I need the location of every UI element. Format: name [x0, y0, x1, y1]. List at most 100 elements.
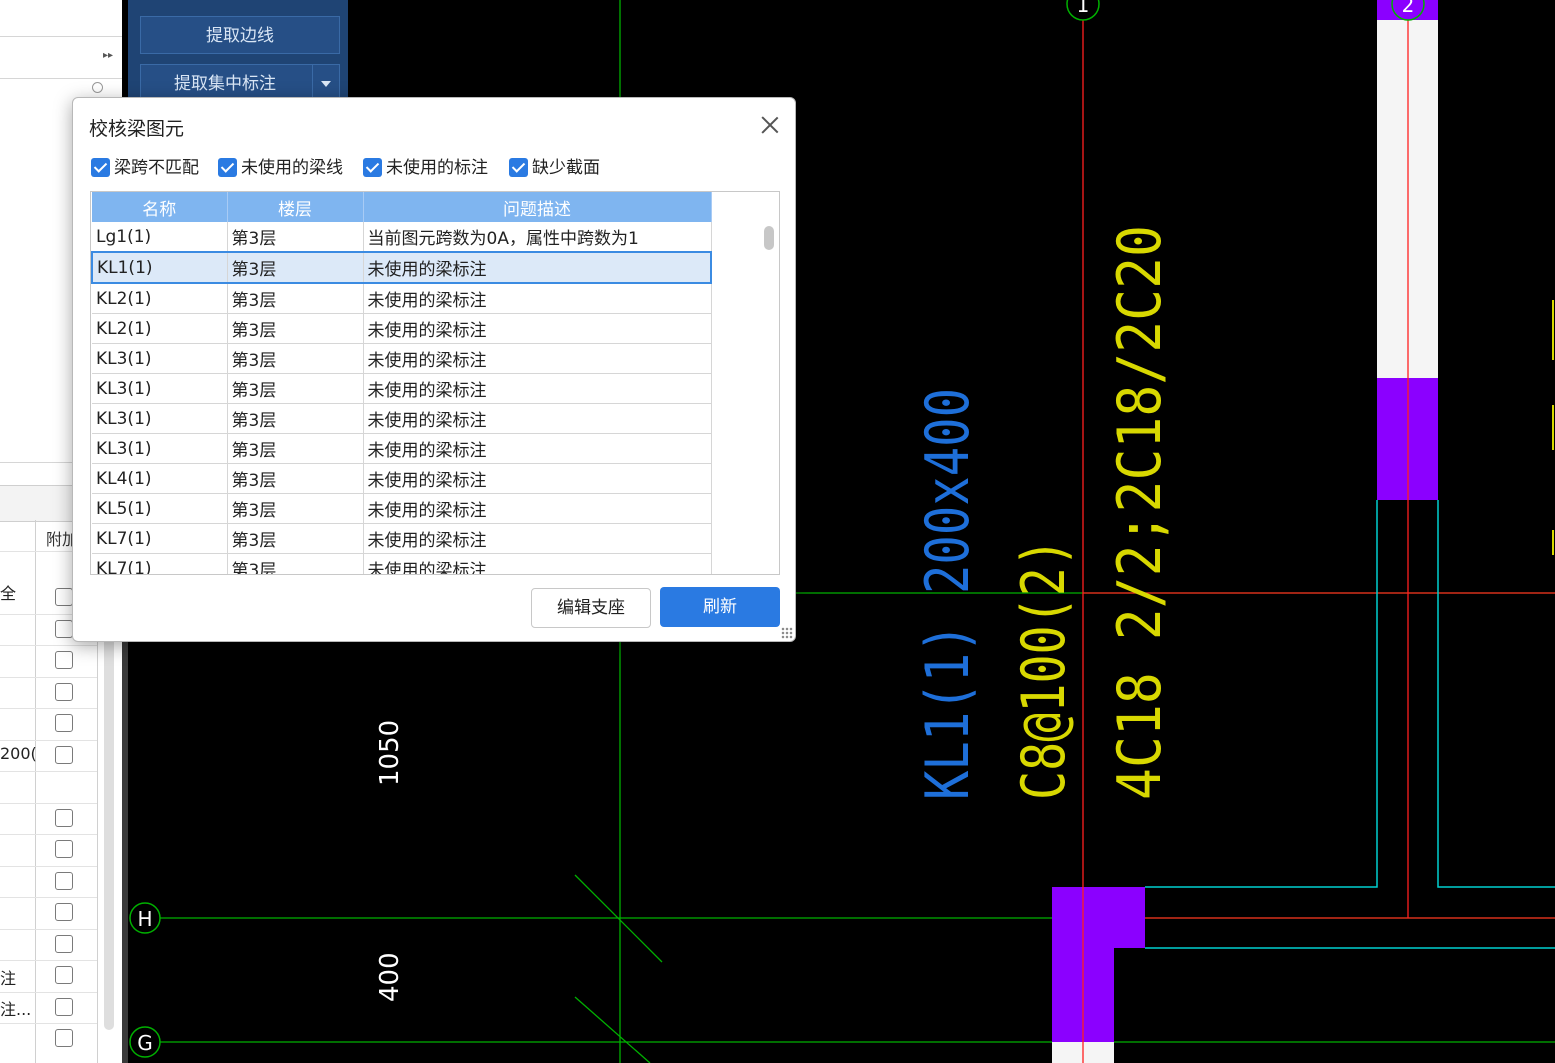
attach-checkbox[interactable] [55, 746, 73, 764]
checkbox-checked-icon[interactable] [509, 158, 528, 177]
table-cell-desc: 未使用的梁标注 [363, 553, 712, 574]
table-cell-name: KL1(1) [91, 251, 228, 284]
table-row[interactable]: KL5(1) 第3层 未使用的梁标注 [92, 493, 712, 524]
cell-text: 注... [0, 1000, 32, 1019]
refresh-button[interactable]: 刷新 [660, 587, 780, 627]
table-cell-name: KL3(1) [92, 373, 228, 404]
table-cell-floor: 第3层 [227, 283, 364, 314]
attach-checkbox[interactable] [55, 903, 73, 921]
column-header-floor[interactable]: 楼层 [227, 192, 364, 222]
axis-label-g: G [137, 1031, 153, 1055]
table-cell-floor: 第3层 [227, 493, 364, 524]
close-icon[interactable] [759, 114, 781, 136]
extract-edge-button[interactable]: 提取边线 [140, 16, 340, 54]
dialog-title: 校核梁图元 [89, 118, 185, 140]
table-row[interactable]: KL1(1) 第3层 未使用的梁标注 [91, 251, 712, 284]
checkbox-checked-icon[interactable] [218, 158, 237, 177]
axis-bubble-h: H [129, 902, 161, 934]
red-axis-lines [1082, 16, 1555, 1063]
table-row[interactable]: KL3(1) 第3层 未使用的梁标注 [92, 403, 712, 434]
table-cell-floor: 第3层 [227, 553, 364, 574]
attach-checkbox[interactable] [55, 714, 73, 732]
cell-text: 全 [0, 584, 17, 603]
table-cell-desc: 未使用的梁标注 [363, 403, 712, 434]
attach-checkbox[interactable] [55, 840, 73, 858]
table-cell-floor: 第3层 [227, 433, 364, 464]
attach-checkbox[interactable] [55, 651, 73, 669]
table-row[interactable]: KL2(1) 第3层 未使用的梁标注 [92, 283, 712, 314]
table-row[interactable]: KL2(1) 第3层 未使用的梁标注 [92, 313, 712, 344]
table-row[interactable]: KL3(1) 第3层 未使用的梁标注 [92, 373, 712, 404]
column-header-name[interactable]: 名称 [92, 192, 228, 222]
table-cell-desc: 未使用的梁标注 [363, 313, 712, 344]
edit-support-button[interactable]: 编辑支座 [531, 588, 651, 628]
table-cell-desc: 未使用的梁标注 [363, 493, 712, 524]
filter-label: 梁跨不匹配 [114, 158, 199, 178]
axis-label-2: 2 [1402, 0, 1415, 17]
table-cell-desc: 未使用的梁标注 [363, 373, 712, 404]
attach-checkbox[interactable] [55, 935, 73, 953]
cell-text: 200( [0, 744, 37, 763]
attach-checkbox[interactable] [55, 809, 73, 827]
attach-checkbox[interactable] [55, 872, 73, 890]
collapse-arrow-icon[interactable]: ▸▸ [103, 50, 113, 61]
axis-label-1: 1 [1077, 0, 1090, 17]
table-cell-desc: 未使用的梁标注 [363, 523, 712, 554]
table-row[interactable]: KL7(1) 第3层 未使用的梁标注 [92, 553, 712, 574]
column-purple-mid [1377, 378, 1438, 500]
resize-grip-icon[interactable] [781, 627, 793, 639]
checkbox-checked-icon[interactable] [363, 158, 382, 177]
attach-checkbox[interactable] [55, 683, 73, 701]
table-row[interactable]: Lg1(1) 第3层 当前图元跨数为0A，属性中跨数为1 [92, 222, 712, 253]
table-row[interactable]: KL3(1) 第3层 未使用的梁标注 [92, 433, 712, 464]
axis-bubble-1: 1 [1066, 0, 1100, 21]
check-beam-dialog: 校核梁图元 梁跨不匹配 未使用的梁线 未使用的标注 缺少截面 名称 楼层 问题描… [72, 97, 796, 642]
attach-checkbox[interactable] [55, 620, 73, 638]
filter-label: 未使用的梁线 [241, 158, 343, 178]
issue-grid: 名称 楼层 问题描述 Lg1(1) 第3层 当前图元跨数为0A，属性中跨数为1 KL1… [91, 192, 712, 574]
divider [0, 78, 122, 79]
checkbox-checked-icon[interactable] [91, 158, 110, 177]
table-scrollbar-thumb[interactable] [764, 226, 774, 250]
attach-checkbox[interactable] [55, 1029, 73, 1047]
axis-bubble-2: 2 [1391, 0, 1425, 21]
chevron-down-icon[interactable] [312, 65, 339, 101]
column-header-description[interactable]: 问题描述 [363, 192, 712, 222]
table-cell-floor: 第3层 [227, 373, 364, 404]
splitter[interactable] [122, 640, 128, 1063]
table-cell-name: KL7(1) [92, 553, 228, 574]
table-cell-name: KL5(1) [92, 493, 228, 524]
table-cell-name: KL4(1) [92, 463, 228, 494]
axis-bubble-g: G [129, 1026, 161, 1058]
search-icon[interactable] [92, 82, 103, 93]
table-cell-name: KL3(1) [92, 403, 228, 434]
table-row[interactable]: KL3(1) 第3层 未使用的梁标注 [92, 343, 712, 374]
beam-label-stirrup: C8@100(2) [1009, 538, 1079, 800]
beam-outline [1145, 500, 1555, 949]
table-row[interactable]: KL4(1) 第3层 未使用的梁标注 [92, 463, 712, 494]
extract-annotation-label: 提取集中标注 [174, 74, 276, 94]
table-cell-desc: 未使用的梁标注 [363, 251, 712, 284]
table-cell-floor: 第3层 [227, 523, 364, 554]
table-cell-floor: 第3层 [227, 403, 364, 434]
table-cell-desc: 未使用的梁标注 [363, 433, 712, 464]
white-wall-strip [1377, 20, 1438, 378]
attach-checkbox[interactable] [55, 966, 73, 984]
filter-label: 缺少截面 [532, 158, 600, 178]
table-cell-floor: 第3层 [227, 313, 364, 344]
issue-table[interactable]: 名称 楼层 问题描述 Lg1(1) 第3层 当前图元跨数为0A，属性中跨数为1 KL1… [90, 191, 780, 575]
table-row[interactable]: KL7(1) 第3层 未使用的梁标注 [92, 523, 712, 554]
table-cell-name: KL2(1) [92, 283, 228, 314]
table-cell-desc: 当前图元跨数为0A，属性中跨数为1 [363, 222, 712, 253]
attach-checkbox[interactable] [55, 998, 73, 1016]
filter-label: 未使用的标注 [386, 158, 488, 178]
table-cell-floor: 第3层 [227, 222, 364, 253]
table-cell-name: Lg1(1) [92, 222, 228, 253]
beam-label-rebar: 4C18 2/2;2C18/2C20 [1105, 225, 1175, 800]
divider [0, 36, 122, 37]
dimension-400: 400 [375, 952, 405, 1002]
white-wall-bottom [1052, 1042, 1114, 1063]
column-divider [35, 520, 36, 1063]
recognition-tool-panel: 提取边线 提取集中标注 [128, 0, 348, 102]
attach-checkbox[interactable] [55, 588, 73, 606]
